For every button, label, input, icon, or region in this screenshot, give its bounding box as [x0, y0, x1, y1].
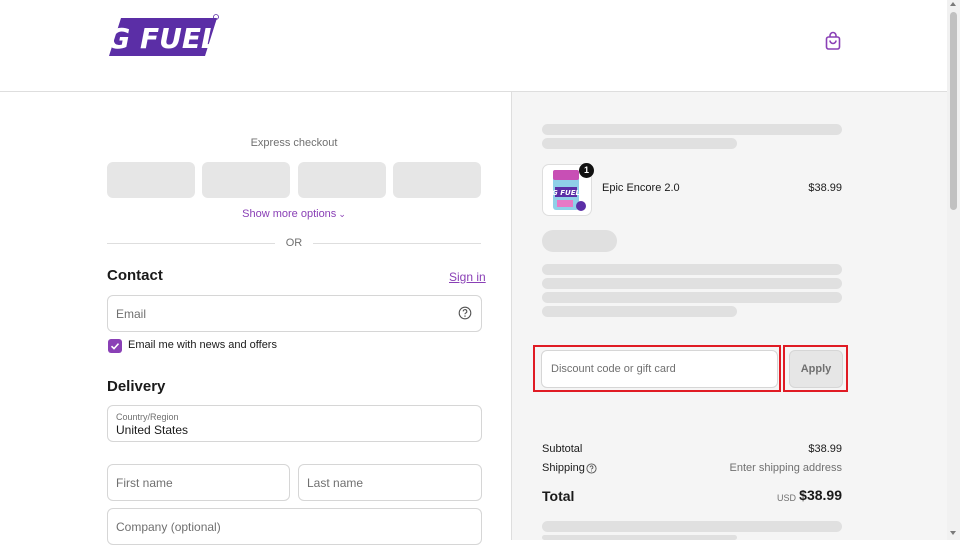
last-name-placeholder: Last name [307, 475, 364, 490]
scrollbar-thumb[interactable] [950, 12, 957, 210]
skeleton-line [542, 306, 737, 317]
company-field[interactable]: Company (optional) [107, 508, 482, 545]
help-circle-icon[interactable] [458, 306, 472, 320]
delivery-heading: Delivery [107, 378, 166, 395]
apply-highlight-box [783, 345, 848, 392]
chevron-down-icon: ⌄ [338, 209, 346, 219]
skeleton-line [542, 521, 842, 532]
country-value: United States [116, 423, 189, 437]
newsletter-checkbox[interactable] [108, 339, 122, 353]
sign-in-link[interactable]: Sign in [449, 270, 486, 284]
shipping-label: Shipping [542, 462, 585, 474]
shipping-value: Enter shipping address [729, 462, 842, 474]
skeleton-line [542, 124, 842, 135]
email-placeholder: Email [116, 306, 147, 321]
contact-heading: Contact [107, 267, 163, 284]
last-name-field[interactable]: Last name [298, 464, 482, 501]
skeleton-line [542, 264, 842, 275]
express-pay-button-2[interactable] [202, 162, 290, 198]
product-price: $38.99 [808, 182, 842, 194]
subtotal-value: $38.99 [808, 443, 842, 455]
express-checkout-title: Express checkout [250, 137, 338, 149]
first-name-field[interactable]: First name [107, 464, 290, 501]
svg-text:G FUEL: G FUEL [107, 22, 219, 55]
svg-text:G FUEL: G FUEL [552, 189, 580, 197]
page-scrollbar[interactable] [947, 0, 960, 540]
skeleton-line [542, 535, 737, 540]
skeleton-pill [542, 230, 617, 252]
total-value: $38.99 [799, 487, 842, 503]
help-circle-icon[interactable] [586, 463, 597, 474]
subtotal-label: Subtotal [542, 443, 583, 455]
check-icon [110, 343, 120, 350]
gfuel-logo[interactable]: G FUEL [105, 12, 223, 68]
company-placeholder: Company (optional) [116, 519, 221, 534]
first-name-placeholder: First name [116, 475, 173, 490]
skeleton-line [542, 138, 737, 149]
discount-highlight-box [533, 345, 781, 392]
divider-left [107, 243, 275, 244]
quantity-badge: 1 [579, 163, 594, 178]
country-select[interactable]: Country/Region United States [107, 405, 482, 442]
express-pay-button-1[interactable] [107, 162, 195, 198]
total-label: Total [542, 488, 575, 504]
scroll-up-arrow-icon[interactable] [950, 2, 956, 6]
skeleton-line [542, 278, 842, 289]
page-header: G FUEL [0, 0, 947, 92]
product-name: Epic Encore 2.0 [602, 182, 680, 194]
email-field[interactable]: Email [107, 295, 482, 332]
show-more-options-link[interactable]: Show more options ⌄ [107, 208, 481, 220]
newsletter-label: Email me with news and offers [128, 339, 277, 351]
show-more-label: Show more options [242, 208, 337, 220]
divider-right [313, 243, 481, 244]
skeleton-line [542, 292, 842, 303]
or-divider-text: OR [285, 237, 303, 249]
shopping-bag-icon[interactable] [823, 31, 843, 51]
scroll-down-arrow-icon[interactable] [950, 531, 956, 535]
express-pay-button-4[interactable] [393, 162, 481, 198]
country-label: Country/Region [116, 412, 179, 422]
express-pay-button-3[interactable] [298, 162, 386, 198]
